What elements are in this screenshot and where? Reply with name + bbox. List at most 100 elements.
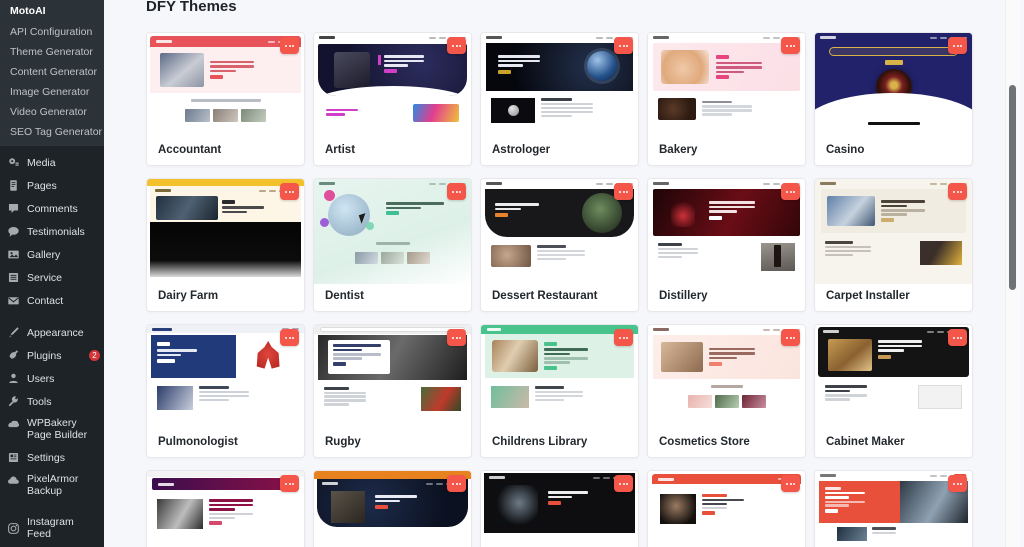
- settings-icon: [7, 451, 20, 464]
- theme-card-title: Dentist: [325, 290, 364, 302]
- theme-card-title: Childrens Library: [492, 436, 588, 448]
- sidebar-item-label: Comments: [27, 202, 78, 215]
- sidebar-item-label: Testimonials: [27, 225, 85, 238]
- more-options-icon[interactable]: [447, 183, 466, 200]
- sidebar-subitem-content-generator[interactable]: Content Generator: [0, 62, 104, 82]
- more-options-icon[interactable]: [781, 183, 800, 200]
- scrollbar-thumb[interactable]: [1009, 85, 1016, 290]
- theme-card-title: Dessert Restaurant: [492, 290, 598, 302]
- sidebar-item-wpbakery-page-builder[interactable]: WPBakery Page Builder: [0, 413, 104, 446]
- more-options-icon[interactable]: [447, 329, 466, 346]
- sidebar-item-badge: 2: [89, 350, 100, 361]
- theme-card[interactable]: [146, 470, 305, 547]
- sidebar-item-contact[interactable]: Contact: [0, 289, 104, 312]
- theme-card[interactable]: Distillery: [647, 178, 806, 312]
- more-options-icon[interactable]: [781, 329, 800, 346]
- more-options-icon[interactable]: [614, 183, 633, 200]
- sidebar-item-instagram-feed[interactable]: Instagram Feed: [0, 511, 104, 545]
- theme-card[interactable]: Astrologer: [480, 32, 639, 166]
- sidebar-item-pixelarmor-backup[interactable]: PixelArmor Backup: [0, 469, 104, 502]
- sidebar-item-label: Plugins: [27, 349, 62, 362]
- theme-card-title: Bakery: [659, 144, 698, 156]
- sidebar-item-label: Contact: [27, 294, 64, 307]
- sidebar-item-settings[interactable]: Settings: [0, 446, 104, 469]
- cloud-backup-icon: [7, 474, 20, 487]
- sidebar-item-label: Service: [27, 271, 63, 284]
- sidebar-item-appearance[interactable]: Appearance: [0, 321, 104, 344]
- theme-card-title: Rugby: [325, 436, 361, 448]
- theme-card[interactable]: Cosmetics Store: [647, 324, 806, 458]
- dfy-themes-grid: Accountant Artist Astrologer Bakery Casino Da…: [104, 16, 1024, 547]
- theme-card[interactable]: [480, 470, 639, 547]
- theme-card-title: Casino: [826, 144, 865, 156]
- wordpress-admin-screen: MotoAI API Configuration Theme Generator C…: [0, 0, 1024, 547]
- sidebar-item-label: Gallery: [27, 248, 61, 261]
- more-options-icon[interactable]: [280, 183, 299, 200]
- more-options-icon[interactable]: [447, 475, 466, 492]
- theme-card[interactable]: Cabinet Maker: [814, 324, 973, 458]
- theme-card[interactable]: Artist: [313, 32, 472, 166]
- more-options-icon[interactable]: [948, 475, 967, 492]
- theme-card[interactable]: Carpet Installer: [814, 178, 973, 312]
- more-options-icon[interactable]: [781, 475, 800, 492]
- window-right-edge: [1020, 0, 1024, 547]
- sidebar-item-comments[interactable]: Comments: [0, 197, 104, 220]
- sidebar-item-testimonials[interactable]: Testimonials: [0, 220, 104, 243]
- page-scrollbar[interactable]: [1005, 0, 1020, 547]
- gallery-icon: [7, 248, 20, 261]
- theme-card[interactable]: Dessert Restaurant: [480, 178, 639, 312]
- tools-icon: [7, 395, 20, 408]
- more-options-icon[interactable]: [614, 475, 633, 492]
- more-options-icon[interactable]: [948, 37, 967, 54]
- sidebar-item-label: WPBakery Page Builder: [27, 417, 88, 441]
- theme-card-title: Pulmonologist: [158, 436, 238, 448]
- sidebar-item-label: Users: [27, 372, 55, 385]
- theme-card-title: Accountant: [158, 144, 222, 156]
- plugins-icon: [7, 349, 20, 362]
- appearance-icon: [7, 326, 20, 339]
- theme-card[interactable]: [814, 470, 973, 547]
- more-options-icon[interactable]: [781, 37, 800, 54]
- main-content: DFY Themes Accountant Artist Astrologer Bak…: [104, 0, 1024, 547]
- more-options-icon[interactable]: [280, 329, 299, 346]
- theme-card[interactable]: Childrens Library: [480, 324, 639, 458]
- theme-card[interactable]: Pulmonologist: [146, 324, 305, 458]
- sidebar-item-service[interactable]: Service: [0, 266, 104, 289]
- motoai-submenu: MotoAI API Configuration Theme Generator C…: [0, 0, 104, 146]
- sidebar-item-tools[interactable]: Tools: [0, 390, 104, 413]
- sidebar-plugin-title[interactable]: MotoAI: [0, 0, 104, 22]
- theme-card[interactable]: [647, 470, 806, 547]
- theme-card-title: Cosmetics Store: [659, 436, 750, 448]
- sidebar-item-media[interactable]: Media: [0, 151, 104, 174]
- theme-card[interactable]: Dairy Farm: [146, 178, 305, 312]
- sidebar-item-users[interactable]: Users: [0, 367, 104, 390]
- more-options-icon[interactable]: [280, 37, 299, 54]
- more-options-icon[interactable]: [447, 37, 466, 54]
- testimonials-icon: [7, 225, 20, 238]
- theme-card[interactable]: [313, 470, 472, 547]
- more-options-icon[interactable]: [948, 183, 967, 200]
- sidebar-item-plugins[interactable]: Plugins 2: [0, 344, 104, 367]
- theme-card-title: Artist: [325, 144, 356, 156]
- sidebar-subitem-video-generator[interactable]: Video Generator: [0, 102, 104, 122]
- more-options-icon[interactable]: [948, 329, 967, 346]
- more-options-icon[interactable]: [614, 329, 633, 346]
- users-icon: [7, 372, 20, 385]
- sidebar-item-gallery[interactable]: Gallery: [0, 243, 104, 266]
- theme-card[interactable]: Casino: [814, 32, 973, 166]
- sidebar-subitem-seo-tag-generator[interactable]: SEO Tag Generator: [0, 122, 104, 142]
- theme-card[interactable]: Bakery: [647, 32, 806, 166]
- wpbakery-icon: [7, 418, 20, 431]
- theme-card[interactable]: Dentist: [313, 178, 472, 312]
- media-icon: [7, 156, 20, 169]
- theme-card[interactable]: Rugby: [313, 324, 472, 458]
- more-options-icon[interactable]: [614, 37, 633, 54]
- theme-card-title: Astrologer: [492, 144, 551, 156]
- sidebar-subitem-image-generator[interactable]: Image Generator: [0, 82, 104, 102]
- sidebar-subitem-theme-generator[interactable]: Theme Generator: [0, 42, 104, 62]
- sidebar-item-label: Settings: [27, 451, 65, 464]
- theme-card[interactable]: Accountant: [146, 32, 305, 166]
- more-options-icon[interactable]: [280, 475, 299, 492]
- sidebar-subitem-api-configuration[interactable]: API Configuration: [0, 22, 104, 42]
- sidebar-item-pages[interactable]: Pages: [0, 174, 104, 197]
